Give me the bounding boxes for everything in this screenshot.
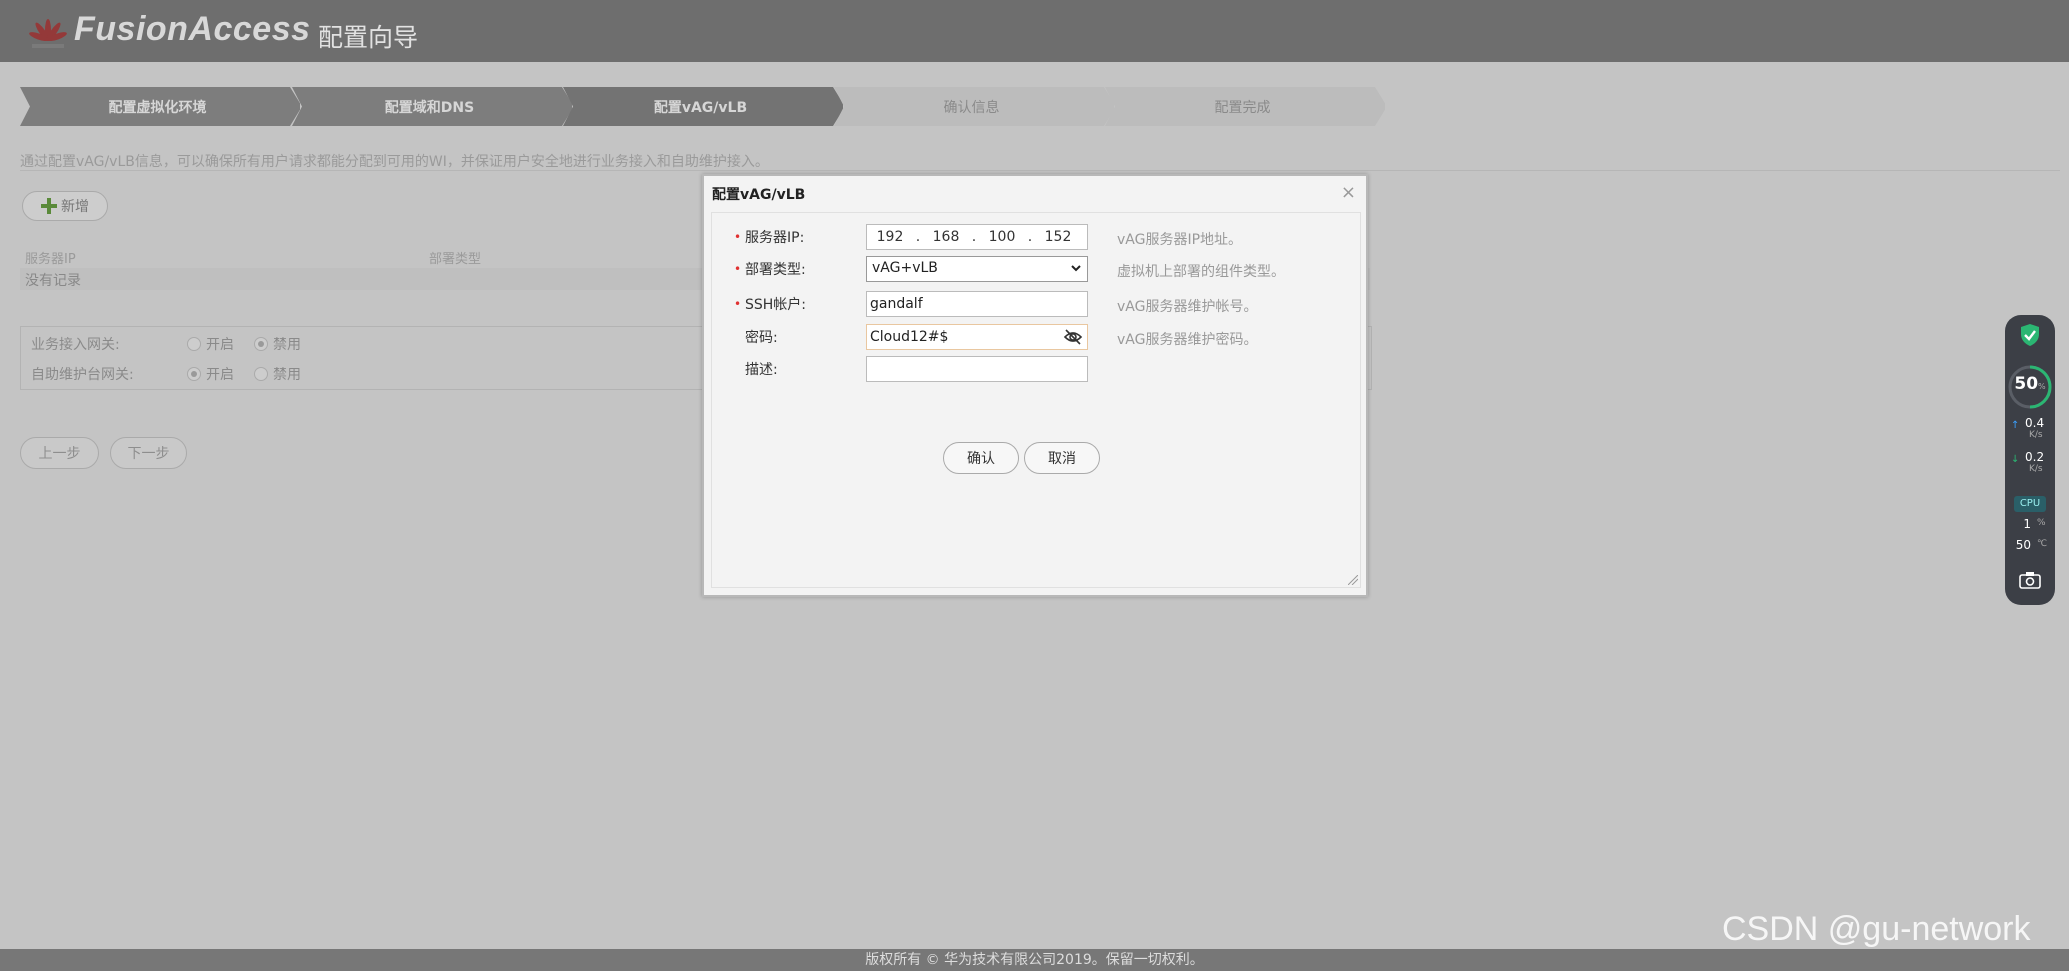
add-button-label: 新增 [61, 199, 89, 215]
server-ip-input[interactable]: 192. 168. 100. 152 [866, 224, 1088, 250]
prev-button[interactable]: 上一步 [20, 437, 99, 469]
required-mark: • [734, 297, 742, 311]
resize-grip-icon[interactable] [1348, 575, 1358, 585]
description-input[interactable] [866, 356, 1088, 382]
confirm-button[interactable]: 确认 [943, 442, 1019, 474]
dialog-title: 配置vAG/vLB [712, 187, 806, 203]
description-field: 描述: [712, 356, 1362, 382]
server-ip-field: • 服务器IP: 192. 168. 100. 152 vAG服务器IP地址。 [712, 224, 1362, 250]
dialog-body: • 服务器IP: 192. 168. 100. 152 vAG服务器IP地址。 … [711, 212, 1361, 588]
deploy-type-hint: 虚拟机上部署的组件类型。 [1117, 264, 1285, 280]
brand-name: FusionAccess [74, 10, 311, 48]
intro-text: 通过配置vAG/vLB信息，可以确保所有用户请求都能分配到可用的WI，并保证用户… [20, 154, 769, 170]
business-gateway-row: 业务接入网关: 开启 禁用 [31, 333, 321, 355]
password-label: 密码: [745, 330, 778, 346]
huawei-logo [29, 19, 67, 48]
selfservice-gateway-on[interactable]: 开启 [187, 364, 234, 384]
selfservice-gateway-label: 自助维护台网关: [31, 367, 134, 383]
close-icon[interactable]: × [1341, 182, 1356, 203]
radio-checked-icon [187, 367, 201, 381]
ssh-account-hint: vAG服务器维护帐号。 [1117, 299, 1258, 315]
description-label: 描述: [745, 362, 778, 378]
app-header: FusionAccess 配置向导 [0, 0, 2069, 62]
selfservice-gateway-off[interactable]: 禁用 [254, 364, 301, 384]
system-monitor-widget: 50% ↑ 0.4 K/s ↓ 0.2 K/s CPU 1 % 50 ℃ [2005, 315, 2055, 605]
business-gateway-off[interactable]: 禁用 [254, 334, 301, 354]
password-field: 密码: Cloud12#$ vAG服务器维护密码。 [712, 324, 1362, 350]
ssh-account-label: SSH帐户: [745, 297, 807, 313]
column-server-ip: 服务器IP [25, 252, 76, 267]
selfservice-gateway-row: 自助维护台网关: 开启 禁用 [31, 363, 321, 385]
chevron-down-icon [1071, 265, 1081, 272]
deploy-type-label: 部署类型: [745, 262, 806, 278]
deploy-type-select[interactable]: vAG+vLB [866, 256, 1088, 282]
password-input[interactable]: Cloud12#$ [866, 324, 1088, 350]
step-vag-vlb: 配置vAG/vLB [563, 87, 843, 126]
next-button[interactable]: 下一步 [110, 437, 187, 469]
shield-check-icon [2021, 324, 2039, 346]
step-domain-dns: 配置域和DNS [292, 87, 572, 126]
ssh-account-input[interactable]: gandalf [866, 291, 1088, 317]
required-mark: • [734, 230, 742, 244]
add-button[interactable]: 新增 [22, 191, 108, 221]
radio-checked-icon [254, 337, 268, 351]
ssh-account-field: • SSH帐户: gandalf vAG服务器维护帐号。 [712, 291, 1362, 317]
wizard-title: 配置向导 [318, 23, 419, 52]
business-gateway-on[interactable]: 开启 [187, 334, 234, 354]
arrow-down-icon: ↓ [2011, 454, 2020, 465]
password-hint: vAG服务器维护密码。 [1117, 332, 1258, 348]
eye-off-icon[interactable] [1063, 328, 1083, 346]
usage-percent: 50% [2014, 374, 2046, 394]
camera-icon[interactable] [2019, 571, 2041, 589]
required-mark: • [734, 262, 742, 276]
footer-copyright: 版权所有 © 华为技术有限公司2019。保留一切权利。 [0, 949, 2069, 971]
step-confirm-info: 确认信息 [834, 87, 1114, 126]
config-dialog: 配置vAG/vLB × • 服务器IP: 192. 168. 100. 152 … [702, 174, 1368, 597]
deploy-type-field: • 部署类型: vAG+vLB 虚拟机上部署的组件类型。 [712, 256, 1362, 282]
plus-icon [41, 198, 57, 214]
wizard-steps: 配置虚拟化环境 配置域和DNS 配置vAG/vLB 确认信息 配置完成 [20, 87, 1390, 126]
step-virtualization: 配置虚拟化环境 [20, 87, 300, 126]
radio-icon [187, 337, 201, 351]
divider [20, 170, 2060, 171]
step-complete: 配置完成 [1105, 87, 1385, 126]
server-ip-label: 服务器IP: [745, 230, 805, 246]
cpu-badge: CPU [2014, 496, 2046, 512]
server-ip-hint: vAG服务器IP地址。 [1117, 232, 1243, 248]
watermark: CSDN @gu-network [1722, 910, 2031, 948]
cancel-button[interactable]: 取消 [1024, 442, 1100, 474]
radio-icon [254, 367, 268, 381]
column-deploy-type: 部署类型 [429, 252, 482, 267]
business-gateway-label: 业务接入网关: [31, 337, 120, 353]
arrow-up-icon: ↑ [2011, 420, 2020, 431]
